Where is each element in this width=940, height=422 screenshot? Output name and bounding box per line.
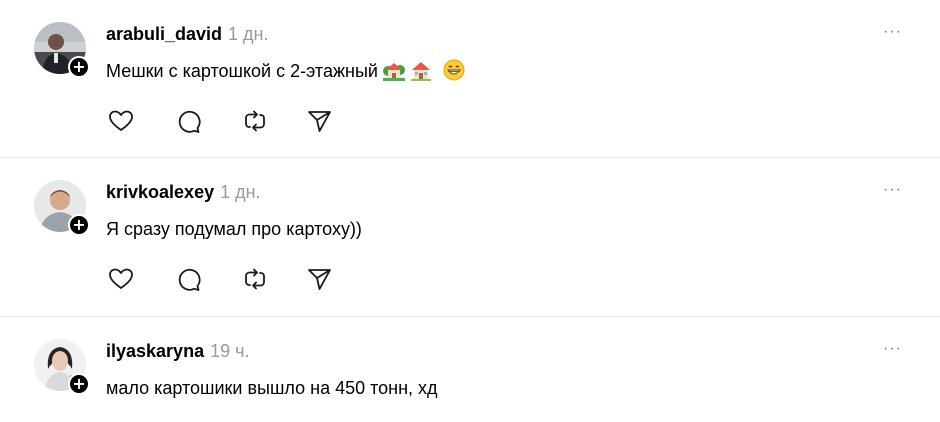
comment-icon xyxy=(178,110,201,133)
heart-icon xyxy=(109,268,133,289)
post-header: ilyaskaryna 19 ч. xyxy=(106,339,249,363)
comment-button[interactable] xyxy=(173,106,203,136)
comment-button[interactable] xyxy=(173,264,203,294)
post-text-content: Мешки с картошкой с 2-этажный xyxy=(106,61,378,81)
repost-icon xyxy=(245,268,265,290)
more-options-button[interactable]: ··· xyxy=(883,341,902,357)
avatar-container[interactable]: + xyxy=(34,22,90,78)
reply-post: + arabuli_david 1 дн. Мешки с картошкой с… xyxy=(0,0,940,157)
avatar-container[interactable]: + xyxy=(34,339,90,395)
username[interactable]: krivkoalexey xyxy=(106,182,214,202)
repost-button[interactable] xyxy=(240,264,270,294)
username[interactable]: ilyaskaryna xyxy=(106,341,204,361)
repost-button[interactable] xyxy=(240,106,270,136)
follow-button[interactable]: + xyxy=(68,214,90,236)
plus-icon: + xyxy=(72,56,86,76)
send-icon xyxy=(308,111,331,132)
grinning-face-emoji xyxy=(443,59,465,81)
comment-icon xyxy=(178,268,201,291)
post-text: мало картошики вышло на 450 тонн, хд xyxy=(106,375,438,401)
timestamp[interactable]: 1 дн. xyxy=(228,24,268,44)
more-options-button[interactable]: ··· xyxy=(883,182,902,198)
username[interactable]: arabuli_david xyxy=(106,24,222,44)
post-text-content: мало картошики вышло на 450 тонн, хд xyxy=(106,378,438,398)
post-text-content: Я сразу подумал про картоху)) xyxy=(106,219,362,239)
post-header: arabuli_david 1 дн. xyxy=(106,22,269,46)
share-button[interactable] xyxy=(304,264,334,294)
timestamp[interactable]: 1 дн. xyxy=(220,182,260,202)
plus-icon: + xyxy=(72,214,86,234)
follow-button[interactable]: + xyxy=(68,373,90,395)
reply-post: + krivkoalexey 1 дн. Я сразу подумал про … xyxy=(0,158,940,316)
more-options-button[interactable]: ··· xyxy=(883,24,902,40)
avatar-container[interactable]: + xyxy=(34,180,90,236)
like-button[interactable] xyxy=(106,106,136,136)
follow-button[interactable]: + xyxy=(68,56,90,78)
like-button[interactable] xyxy=(106,264,136,294)
reply-post: + ilyaskaryna 19 ч. мало картошики вышло … xyxy=(0,317,940,422)
repost-icon xyxy=(245,110,265,132)
post-text: Я сразу подумал про картоху)) xyxy=(106,216,362,242)
replies-feed: + arabuli_david 1 дн. Мешки с картошкой с… xyxy=(0,0,940,422)
share-button[interactable] xyxy=(304,106,334,136)
post-text: Мешки с картошкой с 2-этажный xyxy=(106,58,465,84)
timestamp[interactable]: 19 ч. xyxy=(210,341,249,361)
house-with-garden-emoji xyxy=(382,63,405,81)
send-icon xyxy=(308,269,331,290)
plus-icon: + xyxy=(72,373,86,393)
post-header: krivkoalexey 1 дн. xyxy=(106,180,261,204)
heart-icon xyxy=(109,110,133,131)
house-emoji xyxy=(410,62,431,81)
